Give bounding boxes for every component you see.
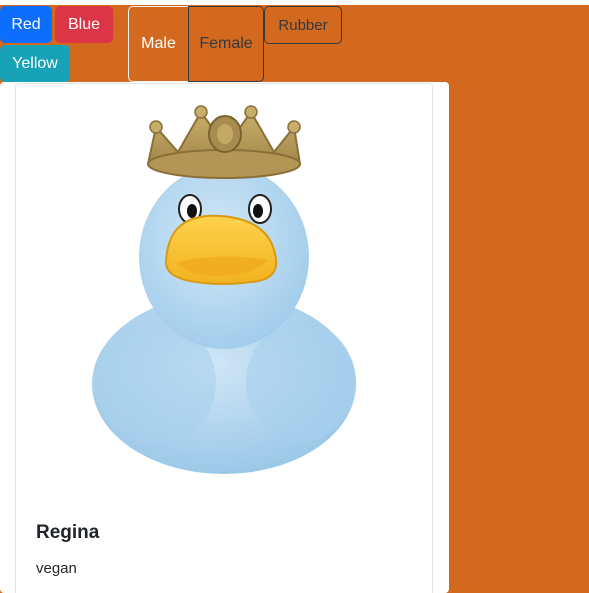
product-card[interactable]: Regina vegan [15, 83, 433, 593]
filter-female-button[interactable]: Female [188, 6, 264, 82]
filter-rubber-button[interactable]: Rubber [264, 6, 342, 44]
filter-male-button[interactable]: Male [128, 6, 189, 82]
filter-blue-button[interactable]: Blue [55, 6, 113, 43]
filter-yellow-button[interactable]: Yellow [0, 45, 70, 82]
product-description: vegan [36, 560, 77, 577]
product-title: Regina [36, 522, 100, 543]
duck-image [92, 105, 356, 474]
filter-red-button[interactable]: Red [0, 6, 52, 43]
